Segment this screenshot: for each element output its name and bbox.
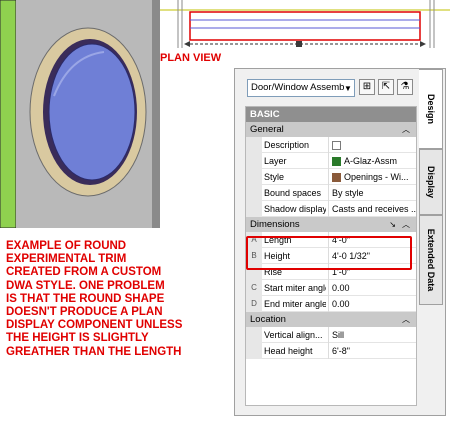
caption-line: CREATED FROM A CUSTOM <box>6 266 162 279</box>
caption-line: DISPLAY COMPONENT UNLESS <box>6 319 183 332</box>
property-label: Shadow display <box>264 204 326 214</box>
section-location[interactable]: Location ︿ <box>246 312 416 327</box>
model-view-3d[interactable] <box>0 0 160 228</box>
plan-view-title: PLAN VIEW <box>160 52 222 64</box>
glass-pane <box>48 43 136 181</box>
caption-line: IS THAT THE ROUND SHAPE <box>6 292 165 305</box>
caption-line: DOESN'T PRODUCE A PLAN <box>6 306 163 319</box>
property-row-head-height[interactable]: Head height 6'-8" <box>246 343 416 359</box>
dimension-key: C <box>246 280 262 296</box>
property-label: Start miter angle <box>264 283 326 293</box>
property-label: Head height <box>264 346 313 356</box>
dimension-highlight <box>246 236 412 270</box>
style-icon <box>332 173 341 183</box>
grip-center[interactable] <box>296 41 302 47</box>
property-label: Style <box>264 172 285 182</box>
property-label: End miter angle <box>264 299 326 309</box>
round-window-model <box>0 0 160 228</box>
section-dimensions-title: Dimensions <box>250 219 300 230</box>
layer-color-icon <box>332 157 341 167</box>
property-row-shadow-display[interactable]: Shadow display Casts and receives ... <box>246 201 416 217</box>
section-location-title: Location <box>250 314 286 325</box>
property-label: Description <box>264 140 310 150</box>
section-dimensions[interactable]: Dimensions ↘ ︿ <box>246 217 416 232</box>
select-objects-icon[interactable]: ⊞ <box>359 79 375 95</box>
basic-label: BASIC <box>250 109 280 120</box>
property-row-start-miter[interactable]: C Start miter angle 0.00 <box>246 280 416 296</box>
object-type-select[interactable]: Door/Window Assemb <box>247 79 355 97</box>
section-general-title: General <box>250 124 284 135</box>
property-row-layer[interactable]: Layer A-Glaz-Assm <box>246 153 416 169</box>
property-value[interactable]: Openings - Wi... <box>328 169 416 185</box>
collapse-icon[interactable]: ︿ <box>402 217 410 232</box>
property-row-description[interactable]: Description <box>246 137 416 153</box>
property-row-vertical-align[interactable]: Vertical align... Sill <box>246 327 416 343</box>
property-value[interactable]: 0.00 <box>328 280 416 296</box>
tab-display[interactable]: Display <box>419 149 443 215</box>
collapse-icon[interactable]: ︿ <box>402 312 410 327</box>
property-value[interactable] <box>328 137 416 153</box>
property-label: Layer <box>264 156 287 166</box>
caption-line: EXPERIMENTAL TRIM <box>6 253 127 266</box>
property-label: Vertical align... <box>264 330 323 340</box>
description-icon[interactable] <box>332 141 341 151</box>
property-value[interactable]: Sill <box>328 327 416 343</box>
property-value[interactable]: 0.00 <box>328 296 416 312</box>
property-value[interactable]: 6'-8" <box>328 343 416 359</box>
caption-line: GREATHER THAN THE LENGTH <box>6 345 182 358</box>
property-row-style[interactable]: Style Openings - Wi... <box>246 169 416 185</box>
caption-line: DWA STYLE. ONE PROBLEM <box>6 279 165 292</box>
wall-edge <box>0 0 17 228</box>
property-label: Bound spaces <box>264 188 322 198</box>
tab-design[interactable]: Design <box>419 69 443 149</box>
property-value[interactable]: A-Glaz-Assm <box>328 153 416 169</box>
dimension-edit-icon[interactable]: ↘ <box>389 217 396 232</box>
quick-select-icon[interactable]: ⚗ <box>397 79 413 95</box>
pickadd-icon[interactable]: ⇱ <box>378 79 394 95</box>
property-value[interactable]: Casts and receives ... <box>328 201 416 217</box>
collapse-icon[interactable]: ︿ <box>402 122 410 137</box>
caption-line: THE HEIGHT IS SLIGHTLY <box>6 332 149 345</box>
property-value[interactable]: By style <box>328 185 416 201</box>
dimension-key: D <box>246 296 262 312</box>
property-row-end-miter[interactable]: D End miter angle 0.00 <box>246 296 416 312</box>
basic-header: BASIC <box>246 107 416 122</box>
caption: EXAMPLE OF ROUND EXPERIMENTAL TRIM CREAT… <box>6 240 231 359</box>
object-type-value: Door/Window Assemb <box>251 82 345 93</box>
tab-extended-data[interactable]: Extended Data <box>419 215 443 305</box>
section-general[interactable]: General ︿ <box>246 122 416 137</box>
caption-line: EXAMPLE OF ROUND <box>6 240 127 252</box>
chevron-down-icon[interactable]: ▼ <box>344 84 352 93</box>
property-row-bound-spaces[interactable]: Bound spaces By style <box>246 185 416 201</box>
